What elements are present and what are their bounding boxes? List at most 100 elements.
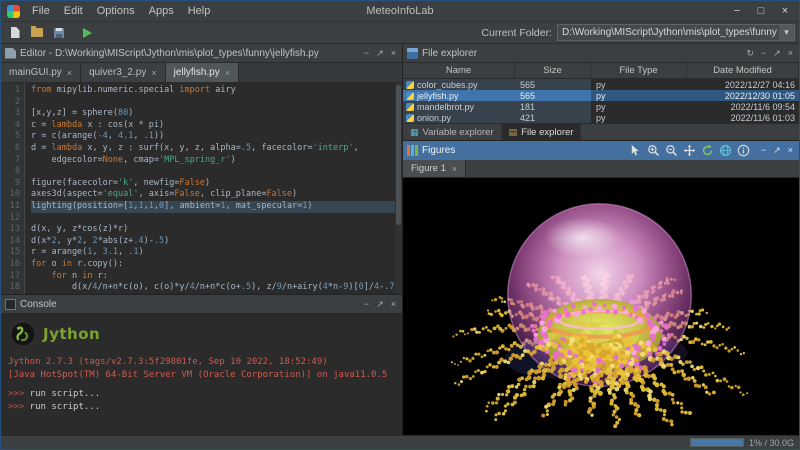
file-date-cell: 2022/11/6 09:54 [730,101,795,112]
file-date-cell: 2022/12/27 04:16 [724,79,795,90]
column-header-date[interactable]: Date Modified [687,63,799,78]
code-line: d(x*2, y*2, 2*abs(z+.4)-.5) [31,235,170,246]
file-explorer-icon [407,47,418,59]
file-row[interactable]: color_cubes.py 565 py 2022/12/27 04:16 [403,79,799,90]
minimize-window-button[interactable]: − [725,1,749,21]
menu-help[interactable]: Help [181,1,218,21]
file-name: mandelbrot.py [417,101,475,112]
line-number: 5 [14,131,20,142]
chevron-down-icon[interactable]: ▾ [779,25,794,40]
column-header-size[interactable]: Size [515,63,591,78]
file-row[interactable]: jellyfish.py 565 py 2022/12/30 01:05 [403,90,799,101]
select-arrow-icon[interactable] [629,144,643,158]
file-explorer-icon: ▤ [508,126,518,137]
file-explorer-title: File explorer [422,47,478,59]
file-name-cell: color_cubes.py [403,79,515,90]
new-script-button[interactable] [5,23,25,42]
variable-explorer-icon: ▦ [410,126,419,137]
float-icon[interactable]: ↗ [773,44,781,63]
tab-close-icon[interactable]: × [225,68,230,78]
file-row[interactable]: onion.py 421 py 2022/11/6 01:03 [403,112,799,123]
figure-canvas[interactable] [403,178,799,435]
open-file-button[interactable] [27,23,47,42]
dock-tab-variable-explorer[interactable]: ▦ Variable explorer [403,124,502,140]
menu-edit[interactable]: Edit [57,1,90,21]
current-folder-combobox[interactable]: D:\Working\MIScript\Jython\mis\plot_type… [557,24,795,41]
editor-tab[interactable]: quiver3_2.py × [81,63,166,82]
prompt-text: run script... [24,389,101,399]
menu-apps[interactable]: Apps [142,1,181,21]
float-icon[interactable]: ↗ [773,141,781,160]
save-file-button[interactable] [49,23,69,42]
menubar-items: File Edit Options Apps Help [25,1,217,21]
memory-bar [689,438,744,447]
info-icon[interactable] [737,144,751,158]
rotate-icon[interactable] [701,144,715,158]
figure-tab-close-icon[interactable]: × [452,164,457,174]
minimize-icon[interactable]: − [761,141,766,160]
console-header: Console − ↗ × [1,295,402,314]
python-file-icon [406,113,414,122]
editor-scrollbar[interactable] [395,83,402,294]
close-icon[interactable]: × [788,44,793,63]
tab-close-icon[interactable]: × [67,68,72,78]
file-rows: color_cubes.py 565 py 2022/12/27 04:16 jelly… [403,79,799,123]
figure-tab[interactable]: Figure 1 × [403,160,467,177]
scrollbar-thumb[interactable] [396,85,401,225]
console-prompt-line: >>> run script... [8,388,395,401]
save-icon [54,27,64,38]
close-icon[interactable]: × [391,44,396,63]
refresh-icon[interactable]: ↻ [746,44,754,63]
float-icon[interactable]: ↗ [376,44,384,63]
line-number: 10 [9,189,20,200]
file-explorer-header: File explorer ↻ − ↗ × [403,44,799,63]
menu-options[interactable]: Options [90,1,142,21]
line-number: 12 [9,212,20,223]
menu-file[interactable]: File [25,1,57,21]
code-line: from mipylib.numeric.special import airy [31,85,236,95]
line-number: 6 [14,142,20,153]
zoom-out-icon[interactable] [665,144,679,158]
minimize-icon[interactable]: − [364,295,369,314]
column-header-name[interactable]: Name [403,63,515,78]
new-file-icon [10,27,20,38]
maximize-window-button[interactable]: □ [749,1,773,21]
file-explorer-panel: File explorer ↻ − ↗ × Name Size File Type Date… [403,44,799,141]
globe-icon[interactable] [719,144,733,158]
meteoinfolab-window: File Edit Options Apps Help MeteoInfoLab − □ ×… [0,0,800,450]
figures-icon [407,145,418,156]
console-output[interactable]: Jython Jython 2.7.3 (tags/v2.7.3:5f29801… [1,314,402,435]
run-script-button[interactable] [77,23,97,42]
prompt-text: run script... [24,402,101,412]
dock-tab-file-explorer[interactable]: ▤ File explorer [501,124,582,140]
file-name: jellyfish.py [417,90,459,101]
prompt-marker: >>> [8,389,25,399]
explorer-dock-tabs: ▦ Variable explorer ▤ File explorer [403,123,799,141]
tab-label: quiver3_2.py [89,67,147,78]
jython-logo: Jython [10,321,395,347]
pan-icon[interactable] [683,144,697,158]
file-row[interactable]: mandelbrot.py 181 py 2022/11/6 09:54 [403,101,799,112]
editor-tab[interactable]: jellyfish.py × [165,63,239,82]
python-file-icon [406,102,414,111]
minimize-icon[interactable]: − [364,44,369,63]
zoom-in-icon[interactable] [647,144,661,158]
column-header-type[interactable]: File Type [591,63,687,78]
close-icon[interactable]: × [391,295,396,314]
float-icon[interactable]: ↗ [376,295,384,314]
minimize-icon[interactable]: − [761,44,766,63]
current-folder-value: D:\Working\MIScript\Jython\mis\plot_type… [562,27,777,38]
main-area: Editor - D:\Working\MIScript\Jython\mis\… [1,44,799,435]
close-icon[interactable]: × [788,141,793,160]
file-explorer-header-controls: ↻ − ↗ × [746,44,795,63]
window-controls: − □ × [725,1,797,21]
console-header-controls: − ↗ × [364,295,398,314]
code-editor[interactable]: 1 2 3 4 5 6 7 8 9 10 11 12 13 14 15 16 17 18 from mipylib… [1,83,402,294]
code-line: c = lambda x : cos(x * pi) [31,119,165,130]
close-window-button[interactable]: × [773,1,797,21]
line-number: 8 [14,166,20,177]
tab-close-icon[interactable]: × [151,68,156,78]
editor-tab[interactable]: mainGUI.py × [1,63,82,82]
